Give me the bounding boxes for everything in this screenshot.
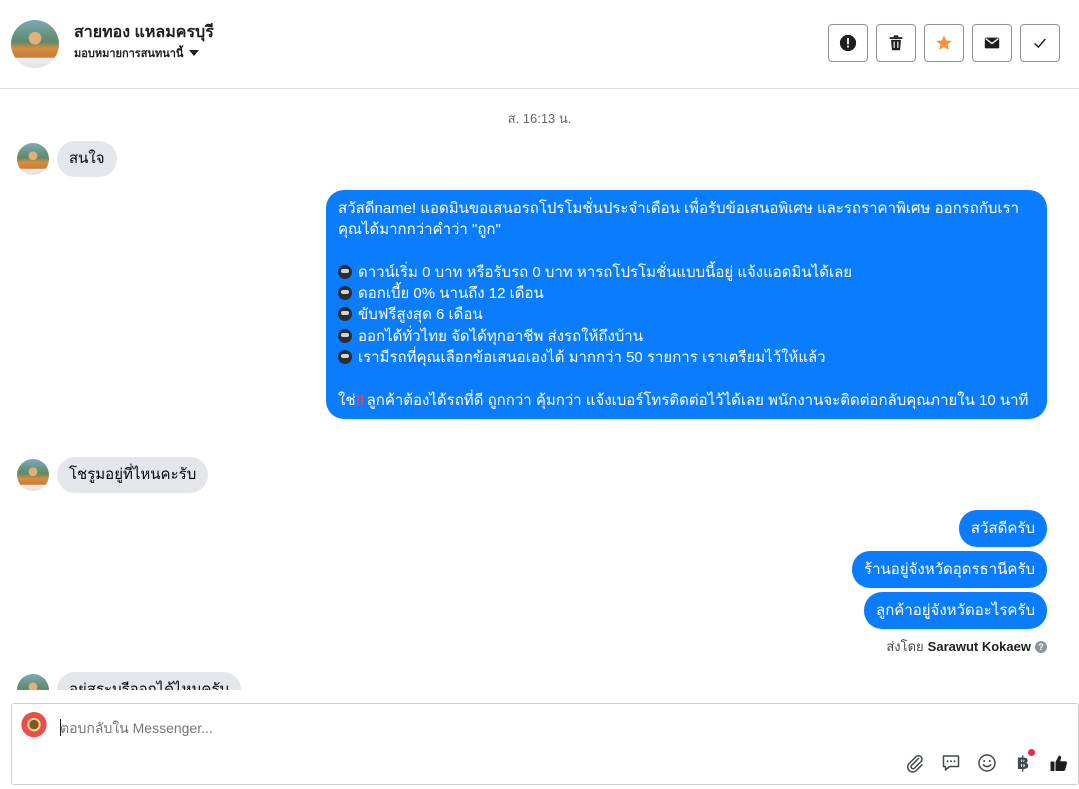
exclamation-icon — [839, 34, 857, 52]
incoming-message: อยู่สระบุรีออกได้ไหมครับ — [17, 672, 241, 690]
message-thread[interactable]: ส. 16:13 น. สนใจ สวัสดีname! แอดมินขอเสน… — [0, 90, 1079, 690]
car-emoji-icon — [338, 307, 352, 322]
emoji-button[interactable] — [976, 752, 998, 774]
thread-timestamp: ส. 16:13 น. — [507, 111, 572, 126]
attach-button[interactable] — [904, 752, 926, 774]
incoming-message: สนใจ — [17, 141, 117, 177]
bullet-text: เรามีรถที่คุณเลือกข้อเสนอเองได้ มากกว่า … — [358, 349, 826, 367]
car-emoji-icon — [338, 350, 352, 365]
sent-by-prefix: ส่งโดย — [886, 639, 924, 654]
message-bubble[interactable]: อยู่สระบุรีออกได้ไหมครับ — [57, 672, 241, 690]
closing-prefix: ใช่ — [338, 391, 356, 409]
thumbs-up-icon — [1050, 755, 1067, 771]
message-bubble[interactable]: ร้านอยู่จังหวัดอุดรธานีครับ — [852, 551, 1047, 589]
promo-line: คุณได้มากกว่าคำว่า "ถูก" — [338, 221, 501, 239]
notification-dot — [1028, 749, 1035, 756]
help-icon[interactable]: ? — [1035, 640, 1047, 653]
car-emoji-icon — [338, 286, 352, 301]
composer-tools: ฿ — [904, 749, 1070, 774]
double-exclamation-icon: ‼ — [355, 391, 365, 409]
envelope-icon — [984, 37, 1000, 49]
page-avatar — [20, 712, 48, 740]
done-button[interactable] — [1020, 24, 1060, 62]
paperclip-icon — [907, 754, 923, 773]
bullet-text: ออกได้ทั่วไทย จัดได้ทุกอาชีพ ส่งรถให้ถึง… — [358, 327, 643, 345]
promo-bullet: ดอกเบี้ย 0% นานถึง 12 เดือน — [338, 283, 1035, 304]
sent-by-indicator: ส่งโดย Sarawut Kokaew ? — [886, 636, 1047, 657]
baht-icon: ฿ — [1016, 752, 1030, 773]
closing-text: ลูกค้าต้องได้รถที่ดี ถูกกว่า คุ้มกว่า แจ… — [366, 391, 1029, 409]
car-emoji-icon — [338, 264, 352, 279]
delete-button[interactable] — [876, 24, 916, 62]
message-bubble[interactable]: สนใจ — [57, 141, 117, 177]
promo-bullet: เรามีรถที่คุณเลือกข้อเสนอเองได้ มากกว่า … — [338, 347, 1035, 368]
promo-message-bubble[interactable]: สวัสดีname! แอดมินขอเสนอรถโปรโมชั่นประจำ… — [326, 190, 1047, 419]
payment-button[interactable]: ฿ — [1012, 749, 1035, 774]
message-composer: ฿ — [11, 703, 1079, 785]
contact-avatar-small[interactable] — [17, 459, 49, 491]
message-bubble[interactable]: โชรูมอยู่ที่ไหนคะรับ — [57, 457, 209, 493]
mark-unread-button[interactable] — [972, 24, 1012, 62]
message-bubble[interactable]: สวัสดีครับ — [958, 510, 1047, 548]
assign-label: มอบหมายการสนทนานี้ — [74, 48, 184, 60]
caret-down-icon — [189, 50, 200, 56]
reply-input[interactable] — [60, 720, 960, 736]
contact-avatar-small[interactable] — [17, 143, 49, 175]
contact-name[interactable]: สายทอง แหลมครบุรี — [74, 20, 214, 45]
star-button[interactable] — [924, 24, 964, 62]
bullet-text: ดาวน์เริ่ม 0 บาท หรือรับรถ 0 บาท หารถโปร… — [358, 263, 853, 281]
check-icon — [1034, 38, 1046, 49]
saved-reply-icon — [942, 755, 960, 771]
assign-conversation-dropdown[interactable]: มอบหมายการสนทนานี้ — [74, 44, 200, 62]
promo-closing: ใช่‼ ลูกค้าต้องได้รถที่ดี ถูกกว่า คุ้มกว่… — [338, 390, 1035, 411]
emoji-icon — [978, 754, 996, 772]
contact-avatar-small[interactable] — [17, 674, 49, 690]
like-button[interactable] — [1048, 752, 1070, 774]
bullet-text: ดอกเบี้ย 0% นานถึง 12 เดือน — [358, 285, 544, 303]
bullet-text: ขับฟรีสูงสุด 6 เดือน — [358, 306, 483, 324]
promo-bullet: ขับฟรีสูงสุด 6 เดือน — [338, 304, 1035, 325]
car-emoji-icon — [338, 328, 352, 343]
contact-avatar[interactable] — [11, 20, 59, 68]
header-actions — [828, 24, 1060, 62]
star-icon — [936, 35, 952, 51]
promo-bullet: ดาวน์เริ่ม 0 บาท หรือรับรถ 0 บาท หารถโปร… — [338, 262, 1035, 283]
conversation-header: สายทอง แหลมครบุรี มอบหมายการสนทนานี้ — [0, 0, 1079, 89]
saved-replies-button[interactable] — [940, 752, 962, 774]
promo-bullet: ออกได้ทั่วไทย จัดได้ทุกอาชีพ ส่งรถให้ถึง… — [338, 326, 1035, 347]
message-bubble[interactable]: ลูกค้าอยู่จังหวัดอะไรครับ — [864, 592, 1047, 630]
sender-name[interactable]: Sarawut Kokaew — [928, 639, 1031, 654]
trash-icon — [889, 35, 903, 51]
report-button[interactable] — [828, 24, 868, 62]
promo-line: สวัสดีname! แอดมินขอเสนอรถโปรโมชั่นประจำ… — [338, 200, 1020, 217]
incoming-message: โชรูมอยู่ที่ไหนคะรับ — [17, 457, 209, 493]
